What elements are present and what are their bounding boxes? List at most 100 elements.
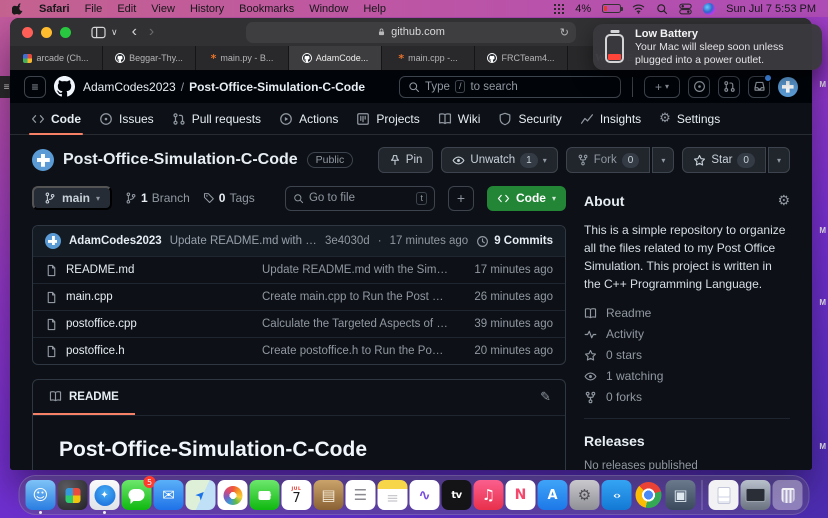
dock-icon-window-preview[interactable] xyxy=(741,480,771,510)
dock-icon-news[interactable]: N xyxy=(506,480,536,510)
browser-tab-frcteam[interactable]: FRCTeam4... xyxy=(475,46,568,70)
menu-bookmarks[interactable]: Bookmarks xyxy=(239,3,294,15)
fork-dropdown-button[interactable]: ▾ xyxy=(652,147,674,173)
about-stars-link[interactable]: 0 stars xyxy=(584,348,790,362)
tab-issues[interactable]: Issues xyxy=(90,103,163,134)
forward-button[interactable]: › xyxy=(149,24,154,40)
dock-icon-notes[interactable]: ≡ xyxy=(378,480,408,510)
apple-menu-icon[interactable] xyxy=(12,2,24,15)
commit-author-avatar[interactable] xyxy=(45,233,61,249)
dock-icon-launchpad[interactable] xyxy=(58,480,88,510)
dock-icon-app-store[interactable]: A xyxy=(538,480,568,510)
file-row-main-cpp[interactable]: main.cpp Create main.cpp to Run the Post… xyxy=(33,283,565,310)
create-new-button[interactable]: +▾ xyxy=(644,76,680,98)
apps-grid-icon[interactable] xyxy=(553,3,564,14)
code-button[interactable]: Code ▾ xyxy=(487,186,566,211)
browser-tab-beggar-thy[interactable]: Beggar-Thy... xyxy=(103,46,196,70)
dock-icon-calendar[interactable]: JUL7 xyxy=(282,480,312,510)
dock-icon-music[interactable]: ♫ xyxy=(474,480,504,510)
branch-selector[interactable]: main ▾ xyxy=(32,186,112,210)
window-close-button[interactable] xyxy=(22,27,33,38)
dock-icon-chrome[interactable] xyxy=(634,480,664,510)
dock-icon-finder[interactable]: ☺ xyxy=(26,480,56,510)
tab-code[interactable]: Code xyxy=(22,103,90,134)
about-settings-gear-icon[interactable]: ⚙ xyxy=(777,193,790,209)
menu-view[interactable]: View xyxy=(151,3,175,15)
dock-icon-messages[interactable]: 5 xyxy=(122,480,152,510)
commit-count[interactable]: 9 Commits xyxy=(476,235,553,248)
tab-wiki[interactable]: Wiki xyxy=(429,103,490,134)
repo-title[interactable]: Post-Office-Simulation-C-Code xyxy=(63,151,298,169)
file-row-postoffice-h[interactable]: postoffice.h Create postoffice.h to Run … xyxy=(33,337,565,364)
address-bar[interactable]: github.com ↻ xyxy=(246,22,576,43)
siri-icon[interactable] xyxy=(703,3,715,15)
fork-button[interactable]: Fork 0 xyxy=(566,147,651,173)
wifi-icon[interactable] xyxy=(632,3,645,14)
dock-icon-photos[interactable] xyxy=(218,480,248,510)
tab-insights[interactable]: Insights xyxy=(571,103,650,134)
sidebar-toggle-icon[interactable] xyxy=(91,26,106,39)
star-button[interactable]: Star 0 xyxy=(682,147,766,173)
pin-button[interactable]: Pin xyxy=(378,147,434,173)
dock-icon-trash[interactable] xyxy=(773,480,803,510)
tags-stat[interactable]: 0Tags xyxy=(203,191,255,205)
browser-tab-adamcodes-active[interactable]: AdamCode... xyxy=(289,46,382,70)
browser-tab-main-py[interactable]: * main.py - B... xyxy=(196,46,289,70)
tab-pull-requests[interactable]: Pull requests xyxy=(163,103,270,134)
breadcrumb-owner[interactable]: AdamCodes2023 xyxy=(83,80,176,94)
menu-file[interactable]: File xyxy=(85,3,103,15)
go-to-file-field[interactable] xyxy=(309,192,411,204)
dock-icon-code-editor[interactable]: ‹› xyxy=(602,480,632,510)
about-watching-link[interactable]: 1 watching xyxy=(584,369,790,383)
hamburger-menu-button[interactable]: ≡ xyxy=(24,76,46,98)
about-forks-link[interactable]: 0 forks xyxy=(584,390,790,404)
menu-app-name[interactable]: Safari xyxy=(39,3,70,15)
global-search-input[interactable]: Type / to search xyxy=(399,76,621,98)
tab-security[interactable]: Security xyxy=(489,103,570,134)
menu-edit[interactable]: Edit xyxy=(117,3,136,15)
commit-author[interactable]: AdamCodes2023 xyxy=(69,235,162,247)
back-button[interactable]: ‹ xyxy=(132,24,137,40)
dock-icon-system-settings[interactable]: ⚙ xyxy=(570,480,600,510)
spotlight-search-icon[interactable] xyxy=(656,3,668,15)
dock-icon-maps[interactable]: ➤ xyxy=(186,480,216,510)
about-activity-link[interactable]: Activity xyxy=(584,327,790,341)
repo-owner-avatar[interactable] xyxy=(32,149,54,171)
breadcrumb-repo[interactable]: Post-Office-Simulation-C-Code xyxy=(189,80,365,94)
menu-help[interactable]: Help xyxy=(363,3,386,15)
unwatch-button[interactable]: Unwatch 1 ▾ xyxy=(441,147,557,173)
browser-tab-main-cpp[interactable]: * main.cpp -... xyxy=(382,46,475,70)
dock-icon-contacts[interactable]: ▤ xyxy=(314,480,344,510)
file-row-readme[interactable]: README.md Update README.md with the Simu… xyxy=(33,256,565,283)
user-avatar[interactable] xyxy=(778,77,798,97)
dock-icon-document[interactable] xyxy=(709,480,739,510)
dock-icon-tv[interactable]: tv xyxy=(442,480,472,510)
edit-pencil-icon[interactable]: ✎ xyxy=(540,390,551,405)
tab-projects[interactable]: Projects xyxy=(347,103,428,134)
tab-actions[interactable]: Actions xyxy=(270,103,347,134)
window-zoom-button[interactable] xyxy=(60,27,71,38)
file-row-postoffice-cpp[interactable]: postoffice.cpp Calculate the Targeted As… xyxy=(33,310,565,337)
dock-icon-safari[interactable]: ✦ xyxy=(90,480,120,510)
menu-history[interactable]: History xyxy=(190,3,224,15)
github-logo-icon[interactable] xyxy=(54,76,75,97)
tab-settings[interactable]: ⚙ Settings xyxy=(650,103,729,134)
tab-group-chevron-icon[interactable]: ∨ xyxy=(111,27,118,38)
battery-icon[interactable] xyxy=(602,4,621,13)
dock-icon-utility[interactable]: ▣ xyxy=(666,480,696,510)
dock-icon-freeform[interactable]: ∿ xyxy=(410,480,440,510)
go-to-file-input[interactable]: t xyxy=(285,186,435,211)
about-readme-link[interactable]: Readme xyxy=(584,306,790,320)
commit-message[interactable]: Update README.md with the Simulation Des… xyxy=(170,235,317,247)
star-dropdown-button[interactable]: ▾ xyxy=(768,147,790,173)
inbox-button[interactable] xyxy=(748,76,770,98)
readme-tab[interactable]: README xyxy=(33,380,135,415)
window-minimize-button[interactable] xyxy=(41,27,52,38)
commit-sha[interactable]: 3e4030d xyxy=(325,235,370,247)
dock-icon-reminders[interactable]: ☰ xyxy=(346,480,376,510)
control-center-icon[interactable] xyxy=(679,3,692,15)
reload-icon[interactable]: ↻ xyxy=(560,26,569,39)
dock-icon-facetime[interactable] xyxy=(250,480,280,510)
pull-requests-icon-button[interactable] xyxy=(718,76,740,98)
menu-bar-clock[interactable]: Sun Jul 7 5:53 PM xyxy=(726,3,816,15)
